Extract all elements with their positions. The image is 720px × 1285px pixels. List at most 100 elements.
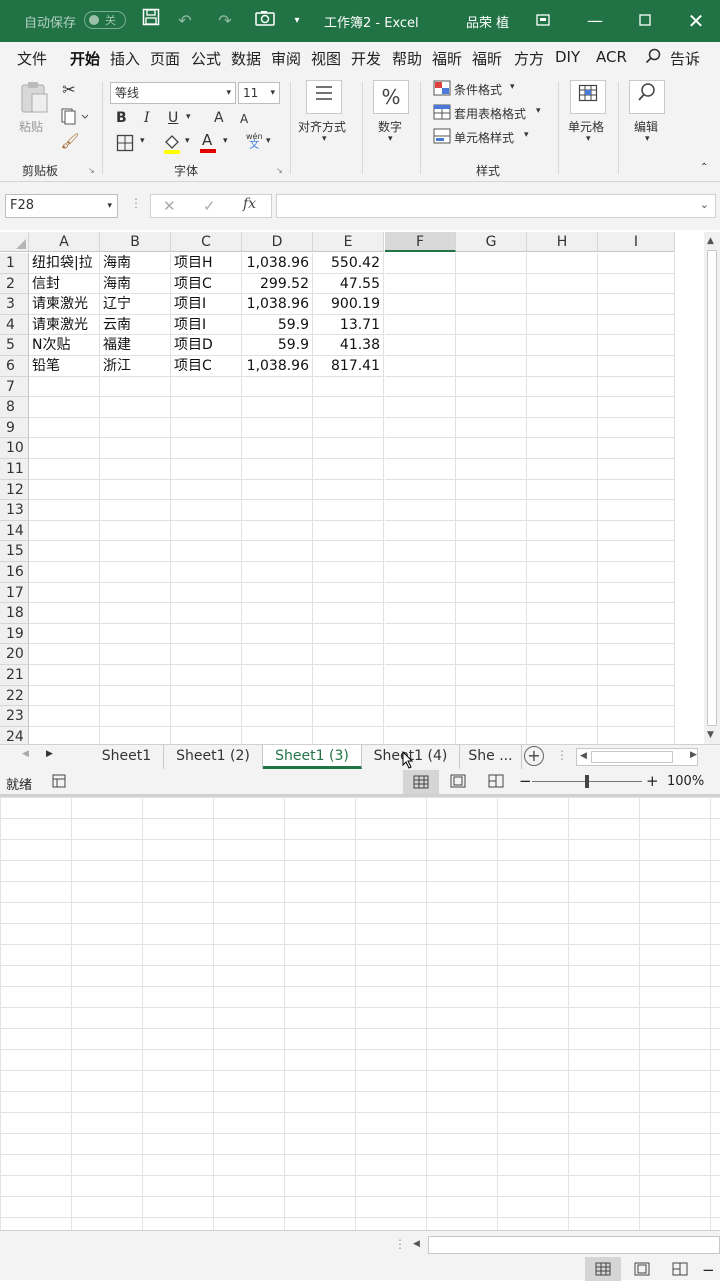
cell-b11[interactable]: [100, 459, 171, 480]
cell-h15[interactable]: [527, 541, 598, 562]
cell-h13[interactable]: [527, 500, 598, 521]
cell-g13[interactable]: [456, 500, 527, 521]
cell-c10[interactable]: [171, 438, 242, 459]
bold-button[interactable]: B: [116, 110, 127, 126]
row-header[interactable]: 9: [0, 417, 29, 439]
cell-i20[interactable]: [598, 644, 675, 665]
cell-a2[interactable]: 信封: [29, 273, 100, 295]
cell-d5[interactable]: 59.9: [242, 335, 313, 356]
cell-d10[interactable]: [242, 438, 313, 459]
row-header[interactable]: 6: [0, 356, 29, 377]
cell-a17[interactable]: [29, 582, 100, 604]
edit-button-label[interactable]: 编辑: [634, 118, 658, 135]
font-launcher-icon[interactable]: ↘: [276, 166, 283, 175]
border-dropdown-icon[interactable]: ▾: [140, 136, 145, 146]
cell-d22[interactable]: [242, 685, 313, 707]
tab-acrobat[interactable]: ACR: [596, 48, 630, 66]
cell-i18[interactable]: [598, 603, 675, 624]
cell-e21[interactable]: [313, 665, 384, 686]
cell-e9[interactable]: [313, 417, 384, 439]
cell-f14[interactable]: [385, 520, 456, 542]
border-icon[interactable]: [114, 134, 136, 154]
column-header-h[interactable]: H: [527, 232, 598, 252]
row-header[interactable]: 22: [0, 685, 29, 707]
cell-a12[interactable]: [29, 479, 100, 501]
cell-e7[interactable]: [313, 376, 384, 398]
zoom-out-button[interactable]: −: [519, 772, 532, 790]
table-format-icon[interactable]: [432, 104, 452, 122]
font-size-select[interactable]: 11 ▾: [238, 82, 280, 104]
normal-view-icon[interactable]: [403, 770, 439, 794]
scroll-up-icon[interactable]: ▲: [707, 236, 714, 246]
cell-a19[interactable]: [29, 623, 100, 645]
cell-h3[interactable]: [527, 294, 598, 315]
redo-icon[interactable]: ↷: [212, 8, 238, 34]
cell-h8[interactable]: [527, 397, 598, 418]
cell-g16[interactable]: [456, 562, 527, 583]
cell-e18[interactable]: [313, 603, 384, 624]
tab-foxit-2[interactable]: 福昕: [472, 48, 508, 69]
cell-style-button[interactable]: 单元格样式: [454, 129, 514, 146]
tab-view[interactable]: 视图: [311, 48, 341, 69]
macro-record-icon[interactable]: [52, 774, 66, 788]
tab-review[interactable]: 审阅: [271, 48, 301, 69]
tab-page-layout[interactable]: 页面: [150, 48, 185, 69]
cell-e6[interactable]: 817.41: [313, 356, 384, 377]
cell-a10[interactable]: [29, 438, 100, 459]
cell-a13[interactable]: [29, 500, 100, 521]
cell-i21[interactable]: [598, 665, 675, 686]
cell-g21[interactable]: [456, 665, 527, 686]
number-button-label[interactable]: 数字: [378, 118, 402, 135]
zoom-in-button[interactable]: +: [646, 772, 659, 790]
cell-i5[interactable]: [598, 335, 675, 356]
cell-e11[interactable]: [313, 459, 384, 480]
cell-i6[interactable]: [598, 356, 675, 377]
row-header[interactable]: 5: [0, 335, 29, 356]
cell-d2[interactable]: 299.52: [242, 273, 313, 295]
column-header-g[interactable]: G: [456, 232, 527, 252]
cell-h17[interactable]: [527, 582, 598, 604]
tab-insert[interactable]: 插入: [110, 48, 140, 69]
align-button-label[interactable]: 对齐方式: [298, 118, 346, 135]
cell-f3[interactable]: [385, 294, 456, 315]
decrease-font-button[interactable]: A: [240, 112, 248, 126]
cell-f13[interactable]: [385, 500, 456, 521]
cell-f5[interactable]: [385, 335, 456, 356]
autosave-toggle[interactable]: 关: [84, 11, 126, 29]
scroll-thumb[interactable]: [707, 250, 717, 726]
row-header[interactable]: 11: [0, 459, 29, 480]
cell-c23[interactable]: [171, 706, 242, 727]
cell-h18[interactable]: [527, 603, 598, 624]
scroll-left-icon[interactable]: ◀: [580, 751, 587, 761]
cell-g18[interactable]: [456, 603, 527, 624]
cell-b9[interactable]: [100, 417, 171, 439]
worksheet-grid[interactable]: A B C D E F G H I 1 纽扣袋|拉 海南 项目H 1,038.96 550.42 2 信封 海南项…: [0, 232, 704, 748]
save-icon[interactable]: [138, 8, 164, 34]
tab-fangfang[interactable]: 方方: [514, 48, 550, 69]
cell-c4[interactable]: 项目I: [171, 314, 242, 336]
cell-a6[interactable]: 铅笔: [29, 356, 100, 377]
row-header[interactable]: 19: [0, 623, 29, 645]
name-box[interactable]: F28 ▾: [5, 194, 118, 218]
cell-e19[interactable]: [313, 623, 384, 645]
cell-d23[interactable]: [242, 706, 313, 727]
cell-i13[interactable]: [598, 500, 675, 521]
scroll-right-icon[interactable]: ▶: [690, 750, 697, 760]
cell-style-icon[interactable]: [432, 128, 452, 146]
cell-b3[interactable]: 辽宁: [100, 294, 171, 315]
cell-e4[interactable]: 13.71: [313, 314, 384, 336]
cell-e3[interactable]: 900.19: [313, 294, 384, 315]
cell-a16[interactable]: [29, 562, 100, 583]
cell-i17[interactable]: [598, 582, 675, 604]
cell-i10[interactable]: [598, 438, 675, 459]
cell-f23[interactable]: [385, 706, 456, 727]
cell-b8[interactable]: [100, 397, 171, 418]
cell-f16[interactable]: [385, 562, 456, 583]
cell-d8[interactable]: [242, 397, 313, 418]
sheet-tab-2[interactable]: Sheet1 (2): [164, 745, 263, 769]
cell-e12[interactable]: [313, 479, 384, 501]
cell-d4[interactable]: 59.9: [242, 314, 313, 336]
row-header[interactable]: 18: [0, 603, 29, 624]
column-header-b[interactable]: B: [100, 232, 171, 252]
scroll-down-icon[interactable]: ▼: [707, 730, 714, 740]
